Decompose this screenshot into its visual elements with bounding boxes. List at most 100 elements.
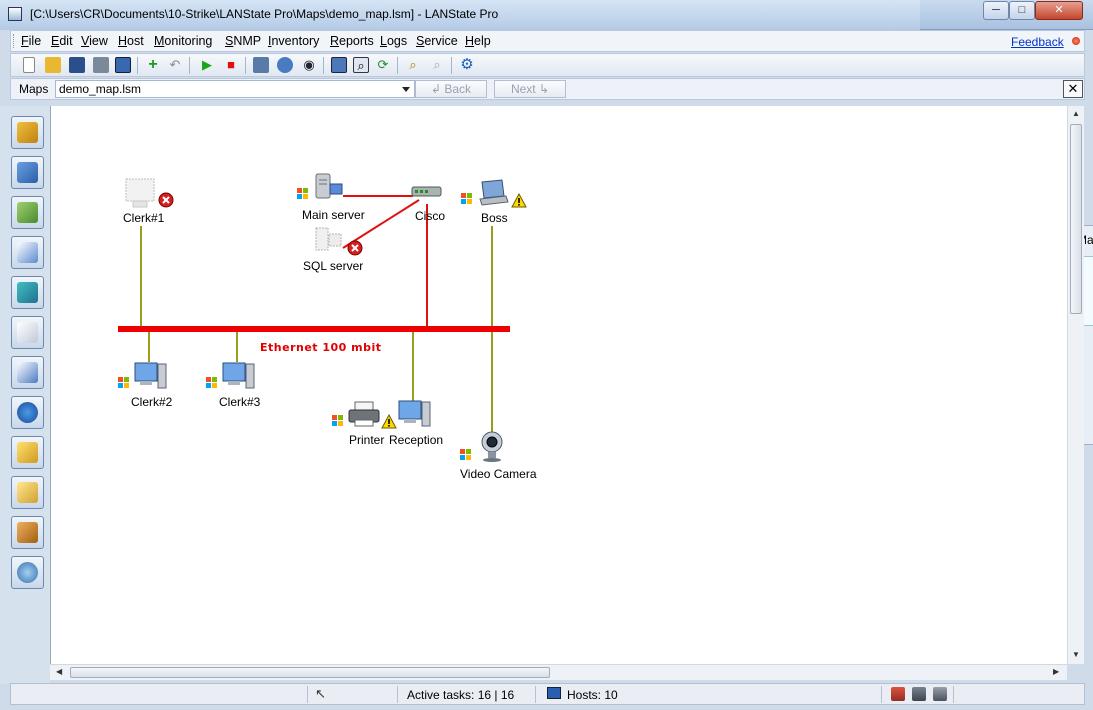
properties-icon[interactable] (115, 57, 131, 73)
wrench-icon (17, 522, 38, 543)
rail-scan-button[interactable] (11, 156, 44, 189)
zoom-out-icon[interactable]: ⌕ (429, 57, 445, 73)
scroll-down-icon[interactable]: ▼ (1072, 650, 1080, 659)
server-icon (315, 173, 343, 199)
network-status-icon[interactable] (912, 687, 926, 701)
node-label: Main server (302, 208, 365, 222)
node-video-camera[interactable]: Video Camera (459, 430, 549, 481)
node-label: Clerk#2 (131, 395, 173, 409)
menu-edit[interactable]: Edit (51, 34, 73, 48)
zoom-fit-icon[interactable]: ⌕ (353, 57, 369, 73)
back-button[interactable]: ↲ Back (415, 80, 487, 98)
toolbar-separator (451, 57, 452, 74)
node-label: Clerk#3 (219, 395, 261, 409)
scroll-up-icon[interactable]: ▲ (1072, 109, 1080, 118)
feedback-link[interactable]: Feedback (1011, 35, 1064, 49)
horizontal-scrollbar[interactable]: ◀ ▶ (50, 664, 1067, 680)
scroll-right-icon[interactable]: ▶ (1053, 667, 1059, 676)
chevron-down-icon[interactable] (402, 87, 410, 92)
save-map-icon[interactable] (69, 57, 85, 73)
scan-network-icon[interactable] (253, 57, 269, 73)
horizontal-scroll-thumb[interactable] (70, 667, 550, 678)
rail-draw-line-button[interactable] (11, 316, 44, 349)
app-icon[interactable] (8, 7, 22, 21)
node-cisco[interactable]: Cisco (409, 182, 449, 223)
minimize-button[interactable]: ─ (983, 1, 1009, 20)
view-window-icon[interactable] (331, 57, 347, 73)
rail-info-button[interactable] (11, 396, 44, 429)
close-map-button[interactable]: ✕ (1063, 80, 1083, 98)
network-icon (17, 162, 38, 183)
node-main-server[interactable]: Main server (296, 172, 366, 222)
menu-snmp[interactable]: SNMP (225, 34, 261, 48)
alarm-status-icon[interactable] (891, 687, 905, 701)
menu-help[interactable]: Help (465, 34, 491, 48)
zoom-in-icon[interactable]: ⌕ (405, 57, 421, 73)
open-map-icon[interactable] (45, 57, 61, 73)
rail-document-button[interactable] (11, 356, 44, 389)
maps-label: Maps (19, 82, 49, 96)
rail-ip-scan-button[interactable] (11, 196, 44, 229)
start-monitoring-icon[interactable]: ▶ (199, 57, 215, 73)
cursor-icon: ↖ (315, 686, 326, 701)
workstation-icon (222, 362, 255, 389)
map-canvas[interactable]: Ethernet 100 mbit Clerk#1 Main server Ci… (50, 106, 1067, 664)
settings-gear-icon[interactable]: ⚙ (459, 57, 475, 73)
menu-reports[interactable]: Reports (330, 34, 374, 48)
menu-inventory[interactable]: Inventory (268, 34, 319, 48)
menu-service[interactable]: Service (416, 34, 458, 48)
toolbar-separator (323, 57, 324, 74)
stop-monitoring-icon[interactable]: ■ (223, 57, 239, 73)
node-sql-server[interactable]: SQL server (301, 224, 371, 274)
rail-frame-button[interactable] (11, 276, 44, 309)
camera-icon (481, 431, 503, 462)
refresh-icon[interactable]: ⟳ (375, 57, 391, 73)
next-button[interactable]: Next ↳ (494, 80, 566, 98)
vertical-scroll-thumb[interactable] (1070, 124, 1082, 314)
map-selector[interactable]: demo_map.lsm (55, 80, 415, 98)
toolbar-separator (137, 57, 138, 74)
undo-icon[interactable]: ↶ (167, 57, 183, 73)
folder-icon (17, 482, 38, 503)
rail-report-button[interactable] (11, 236, 44, 269)
menu-grip[interactable] (13, 34, 16, 48)
node-boss[interactable]: Boss (460, 178, 530, 228)
rail-new-folder-button[interactable] (11, 436, 44, 469)
status-separator (307, 686, 308, 703)
scroll-left-icon[interactable]: ◀ (56, 667, 62, 676)
log-status-icon[interactable] (933, 687, 947, 701)
print-icon[interactable] (93, 57, 109, 73)
rail-network-monitor-button[interactable] (11, 556, 44, 589)
report-icon (17, 242, 38, 263)
error-badge-icon (347, 240, 363, 256)
node-label: Cisco (415, 209, 446, 223)
node-clerk1[interactable]: Clerk#1 (121, 176, 174, 226)
rail-map-wizard-button[interactable] (11, 116, 44, 149)
windows-logo-icon (297, 188, 308, 199)
add-host-icon[interactable]: + (145, 57, 161, 73)
topology-icon[interactable] (277, 57, 293, 73)
windows-logo-icon (461, 193, 472, 204)
feedback-status-icon (1072, 37, 1080, 45)
new-map-icon[interactable] (23, 57, 35, 73)
menu-logs[interactable]: Logs (380, 34, 407, 48)
close-button[interactable]: ✕ (1035, 1, 1083, 20)
node-clerk2[interactable]: Clerk#2 (117, 360, 187, 410)
find-icon[interactable]: ◉ (301, 57, 317, 73)
rail-tools-button[interactable] (11, 516, 44, 549)
workstation-icon (398, 400, 431, 427)
node-clerk3[interactable]: Clerk#3 (205, 360, 275, 410)
active-tasks-status: Active tasks: 16 | 16 (407, 688, 515, 702)
rail-open-folder-button[interactable] (11, 476, 44, 509)
menu-file[interactable]: File (21, 34, 41, 48)
laptop-icon (479, 179, 509, 206)
menu-host[interactable]: Host (118, 34, 144, 48)
node-reception[interactable]: Reception (387, 398, 457, 448)
vertical-scrollbar[interactable]: ▲ ▼ (1067, 106, 1084, 664)
maximize-button[interactable]: □ (1009, 1, 1035, 20)
menu-monitoring[interactable]: Monitoring (154, 34, 212, 48)
menu-view[interactable]: View (81, 34, 108, 48)
menu-bar: File Edit View Host Monitoring SNMP Inve… (10, 30, 1085, 52)
main-toolbar: + ↶ ▶ ■ ◉ ⌕ ⟳ ⌕ ⌕ ⚙ (10, 53, 1085, 77)
wand-icon (17, 122, 38, 143)
